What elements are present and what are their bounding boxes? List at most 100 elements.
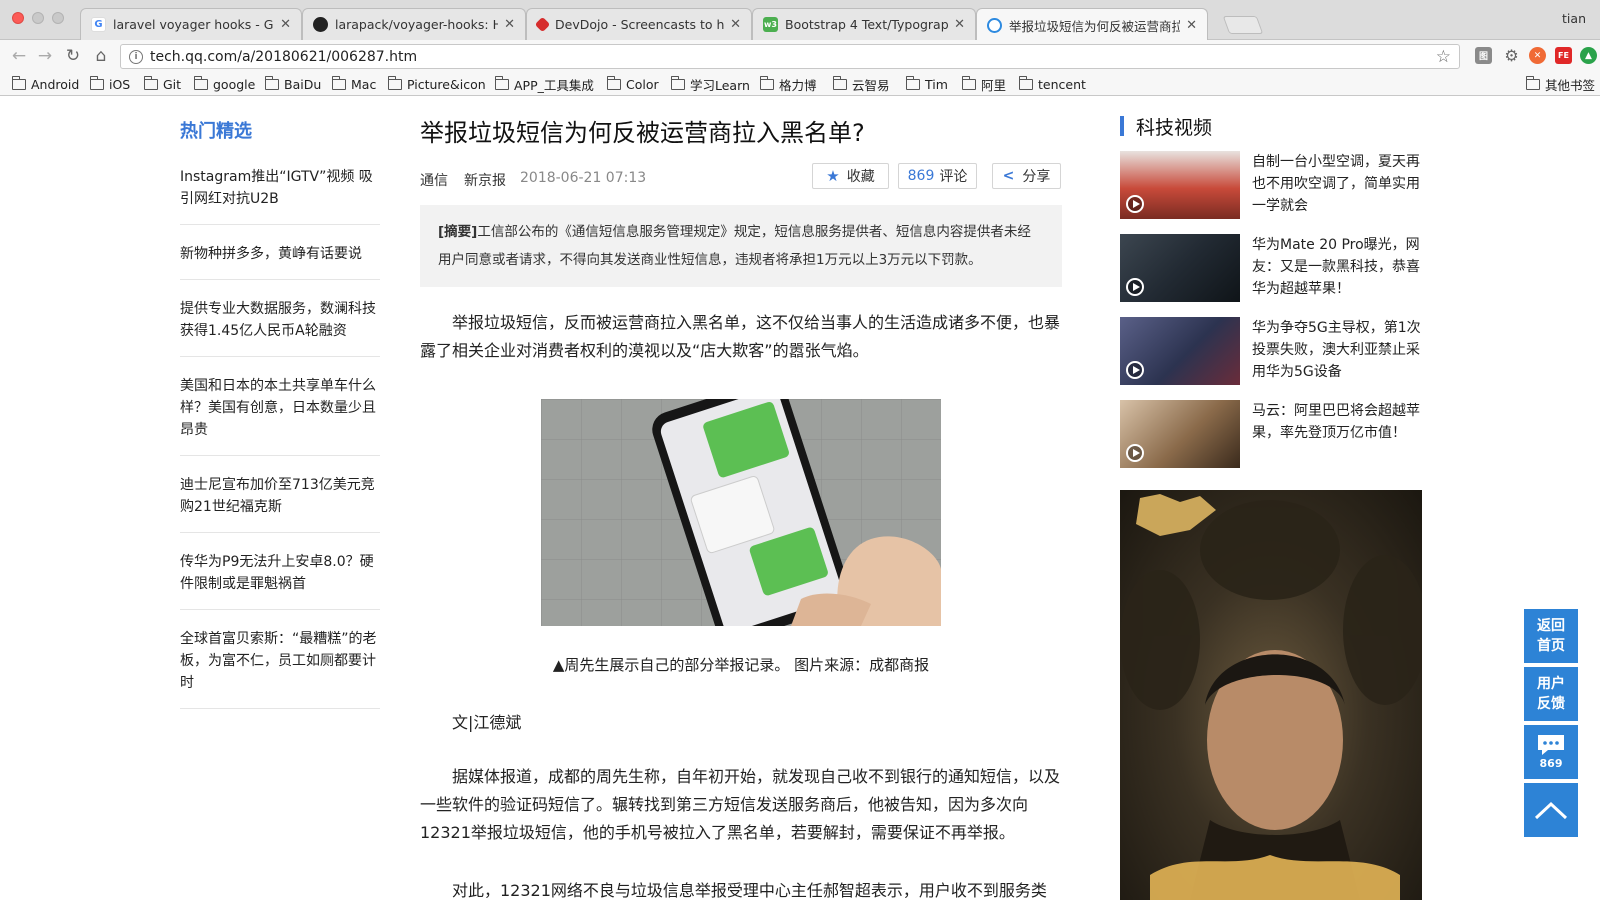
bookmark-folder[interactable]: google: [193, 75, 255, 93]
bookmark-folder[interactable]: iOS: [89, 75, 130, 93]
extension-close-icon[interactable]: ✕: [1529, 47, 1546, 64]
phone-in-hand-photo: [541, 399, 941, 626]
bookmark-folder[interactable]: 格力博: [759, 75, 817, 93]
browser-tab-active[interactable]: 举报垃圾短信为何反被运营商拉 ✕: [976, 8, 1208, 41]
folder-icon: [193, 75, 208, 90]
extension-upload-icon[interactable]: ▲: [1580, 47, 1597, 64]
folder-icon: [1018, 75, 1033, 90]
profile-name[interactable]: tian: [1562, 11, 1586, 26]
play-icon[interactable]: [1126, 278, 1144, 296]
bookmark-folder[interactable]: 学习Learn: [670, 75, 750, 93]
tech-videos-heading: 科技视频: [1120, 111, 1422, 141]
video-title[interactable]: 自制一台小型空调，夏天再也不用吹空调了，简单实用一学就会: [1252, 151, 1422, 234]
play-icon[interactable]: [1126, 361, 1144, 379]
extension-gear-icon[interactable]: ⚙: [1503, 46, 1520, 65]
bookmark-folder[interactable]: Mac: [331, 75, 376, 93]
comment-bubble-icon: [1538, 735, 1564, 755]
tech-videos-column: 科技视频 自制一台小型空调，夏天再也不用吹空调了，简单实用一学就会 华为Mate…: [1120, 97, 1422, 483]
new-tab-button[interactable]: [1222, 16, 1264, 34]
video-item[interactable]: 华为Mate 20 Pro曝光，网友：又是一款黑科技，恭喜华为超越苹果！: [1120, 234, 1422, 317]
folder-icon: [331, 75, 346, 90]
window-maximize-button[interactable]: [52, 12, 64, 24]
window-minimize-button[interactable]: [32, 12, 44, 24]
tab-close-icon[interactable]: ✕: [954, 17, 965, 32]
tab-close-icon[interactable]: ✕: [280, 17, 291, 32]
hot-pick-link[interactable]: 新物种拼多多，黄峥有话要说: [180, 225, 380, 280]
article-category[interactable]: 通信: [420, 170, 448, 190]
home-icon[interactable]: ⌂: [90, 45, 112, 67]
summary-text: 工信部公布的《通信短信息服务管理规定》规定，短信息服务提供者、短信息内容提供者未…: [438, 224, 1031, 268]
tab-close-icon[interactable]: ✕: [1186, 18, 1197, 33]
bookmark-folder[interactable]: Color: [606, 75, 659, 93]
folder-icon: [759, 75, 774, 90]
extension-fe-icon[interactable]: FE: [1555, 47, 1572, 64]
article-title: 举报垃圾短信为何反被运营商拉入黑名单?: [420, 119, 865, 147]
extension-reader-icon[interactable]: 图: [1475, 47, 1492, 64]
folder-icon: [905, 75, 920, 90]
video-item[interactable]: 华为争夺5G主导权，第1次投票失败，澳大利亚禁止采用华为5G设备: [1120, 317, 1422, 400]
bookmark-folder[interactable]: Picture&icon: [387, 75, 486, 93]
back-arrow-icon[interactable]: ←: [8, 45, 30, 67]
bookmark-folder[interactable]: 云智易: [832, 75, 890, 93]
article-byline: 文|江德斌: [452, 713, 522, 732]
video-title[interactable]: 华为争夺5G主导权，第1次投票失败，澳大利亚禁止采用华为5G设备: [1252, 317, 1422, 400]
comment-count: 869: [907, 168, 935, 184]
feedback-button[interactable]: 用户反馈: [1524, 667, 1578, 721]
bookmark-folder[interactable]: APP_工具集成: [494, 75, 594, 93]
back-to-home-button[interactable]: 返回首页: [1524, 609, 1578, 663]
game-ad-banner[interactable]: [1120, 490, 1422, 900]
article-column: 举报垃圾短信为何反被运营商拉入黑名单? 通信 新京报 2018-06-21 07…: [420, 97, 1062, 900]
bookmark-folder[interactable]: Tim: [905, 75, 948, 93]
bookmark-star-icon[interactable]: ☆: [1436, 47, 1451, 67]
favorite-button[interactable]: ★ 收藏: [812, 163, 889, 189]
hot-pick-link[interactable]: 迪士尼宣布加价至713亿美元竞购21世纪福克斯: [180, 456, 380, 533]
info-icon[interactable]: i: [129, 49, 143, 64]
comments-count: 869: [1539, 757, 1563, 770]
hot-pick-link[interactable]: 全球首富贝索斯：“最糟糕”的老板，为富不仁，员工如厕都要计时: [180, 610, 380, 709]
video-thumbnail[interactable]: [1120, 234, 1240, 302]
hot-pick-link[interactable]: Instagram推出“IGTV”视频 吸引网红对抗U2B: [180, 153, 380, 225]
comment-button[interactable]: 869 评论: [898, 163, 977, 189]
tab-close-icon[interactable]: ✕: [504, 17, 515, 32]
browser-tab-google[interactable]: G laravel voyager hooks - Google ✕: [80, 8, 302, 40]
browser-titlebar: G laravel voyager hooks - Google ✕ larap…: [0, 0, 1600, 41]
hot-pick-link[interactable]: 提供专业大数据服务，数澜科技获得1.45亿人民币A轮融资: [180, 280, 380, 357]
article-time: 2018-06-21 07:13: [520, 170, 647, 186]
back-to-top-button[interactable]: [1524, 783, 1578, 837]
browser-tab-github[interactable]: larapack/voyager-hooks: Hook ✕: [302, 8, 526, 40]
tab-close-icon[interactable]: ✕: [730, 17, 741, 32]
play-icon[interactable]: [1126, 195, 1144, 213]
video-item[interactable]: 马云：阿里巴巴将会超越苹果，率先登顶万亿市值！: [1120, 400, 1422, 483]
video-thumbnail[interactable]: [1120, 400, 1240, 468]
star-icon: ★: [826, 167, 840, 185]
folder-icon: [832, 75, 847, 90]
bookmark-folder[interactable]: Android: [11, 75, 79, 93]
bookmark-folder[interactable]: Git: [143, 75, 181, 93]
video-item[interactable]: 自制一台小型空调，夏天再也不用吹空调了，简单实用一学就会: [1120, 151, 1422, 234]
other-bookmarks-folder[interactable]: 其他书签: [1525, 75, 1595, 93]
bookmark-folder[interactable]: BaiDu: [264, 75, 321, 93]
video-title[interactable]: 马云：阿里巴巴将会超越苹果，率先登顶万亿市值！: [1252, 400, 1422, 483]
forward-arrow-icon[interactable]: →: [34, 45, 56, 67]
video-thumbnail[interactable]: [1120, 151, 1240, 219]
hot-pick-link[interactable]: 美国和日本的本土共享单车什么样？美国有创意，日本数量少且昂贵: [180, 357, 380, 456]
reload-icon[interactable]: ↻: [62, 45, 84, 67]
folder-icon: [494, 75, 509, 90]
bookmark-folder[interactable]: tencent: [1018, 75, 1086, 93]
video-title[interactable]: 华为Mate 20 Pro曝光，网友：又是一款黑科技，恭喜华为超越苹果！: [1252, 234, 1422, 317]
address-bar[interactable]: i tech.qq.com/a/20180621/006287.htm ☆: [120, 44, 1460, 69]
play-icon[interactable]: [1126, 444, 1144, 462]
browser-tab-bootstrap[interactable]: w3 Bootstrap 4 Text/Typography ✕: [752, 8, 976, 40]
window-close-button[interactable]: [12, 12, 24, 24]
browser-tab-devdojo[interactable]: DevDojo - Screencasts to help ✕: [526, 8, 752, 40]
github-icon: [313, 17, 328, 32]
article-photo: [541, 399, 941, 626]
chevron-up-icon: [1534, 801, 1568, 820]
video-thumbnail[interactable]: [1120, 317, 1240, 385]
comments-button[interactable]: 869: [1524, 725, 1578, 779]
hot-pick-link[interactable]: 传华为P9无法升上安卓8.0？硬件限制或是罪魁祸首: [180, 533, 380, 610]
folder-icon: [264, 75, 279, 90]
article-source[interactable]: 新京报: [464, 170, 506, 190]
bookmark-folder[interactable]: 阿里: [961, 75, 1006, 93]
share-button[interactable]: < 分享: [992, 163, 1061, 189]
